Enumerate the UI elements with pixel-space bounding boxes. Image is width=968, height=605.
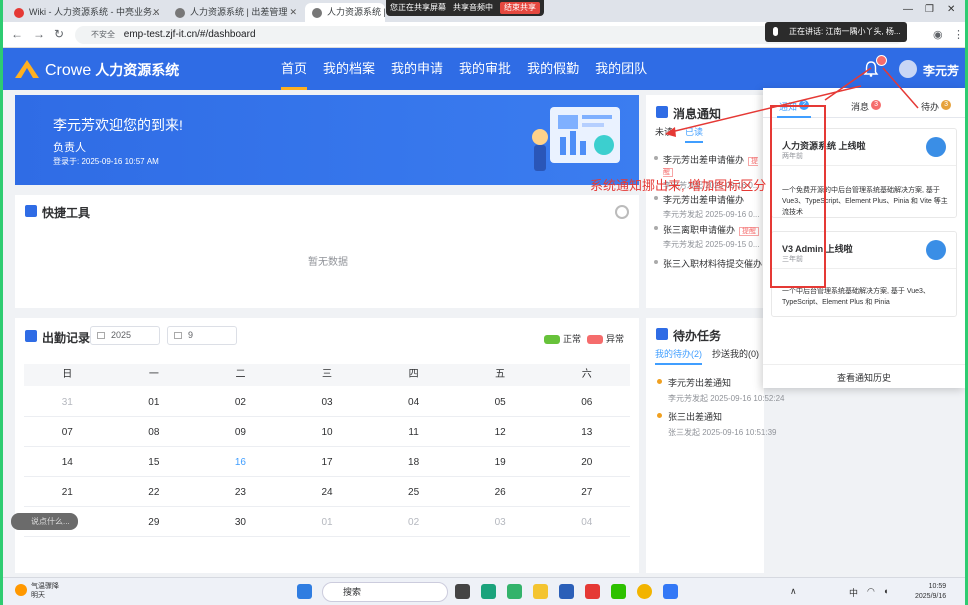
wps-icon[interactable]	[585, 584, 600, 599]
tray-expand-icon[interactable]: ∧	[790, 586, 797, 597]
task-view-icon[interactable]	[455, 584, 470, 599]
clock-date: 2025/9/16	[915, 593, 947, 600]
weather-widget[interactable]: 气温骤降 明天	[15, 582, 59, 600]
word-icon[interactable]	[559, 584, 574, 599]
clock-time: 10:59	[928, 583, 947, 590]
screen: Wiki - 人力资源系统 - 中亮业务... ✕ 人力资源系统 | 出差管理 …	[0, 0, 968, 605]
feishu-icon[interactable]	[663, 584, 678, 599]
file-explorer-icon[interactable]	[533, 584, 548, 599]
ime-indicator[interactable]: 中	[849, 586, 858, 599]
chrome-icon[interactable]	[637, 584, 652, 599]
volume-icon[interactable]: ◖	[883, 586, 888, 596]
taskbar: 气温骤降 明天 搜索 ∧ 中 ◠ ◖ 10:59 2025/9/16	[3, 577, 965, 605]
annotation-box	[770, 105, 826, 288]
annotation-text: 系统通知挪出来, 增加图标区分	[590, 178, 767, 193]
taskbar-search[interactable]: 搜索	[322, 582, 448, 602]
wifi-icon[interactable]: ◠	[867, 586, 875, 597]
weather-title: 气温骤降	[31, 583, 59, 590]
weather-sub: 明天	[31, 592, 45, 599]
store-icon[interactable]	[507, 584, 522, 599]
search-label: 搜索	[343, 587, 362, 597]
system-clock[interactable]: 10:59 2025/9/16	[915, 582, 946, 602]
weather-icon	[15, 584, 27, 596]
windows-start-icon[interactable]	[297, 584, 312, 599]
wechat-icon[interactable]	[611, 584, 626, 599]
annotation-arrows-icon	[665, 67, 919, 137]
edge-icon[interactable]	[481, 584, 496, 599]
